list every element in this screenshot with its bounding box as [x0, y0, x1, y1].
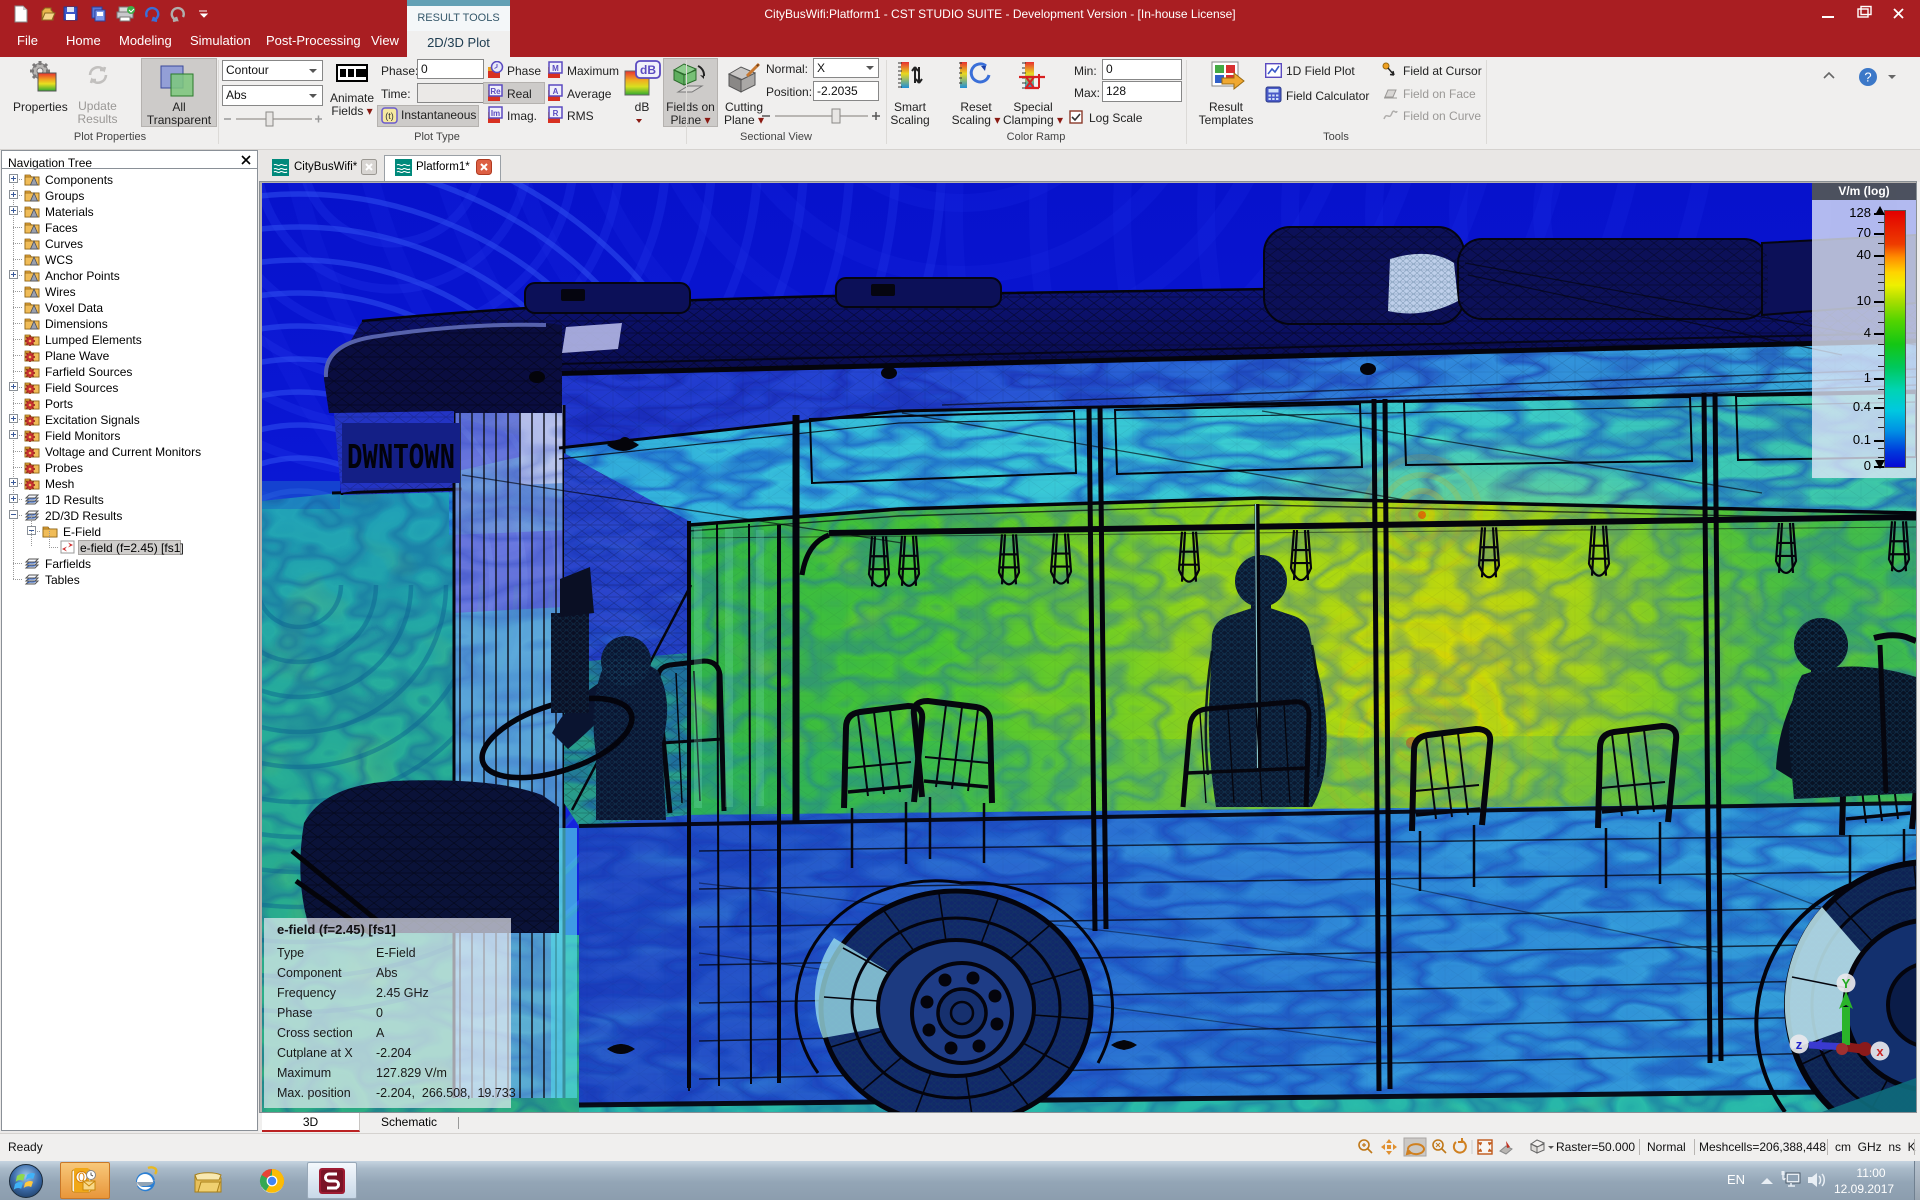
svg-text:A: A [553, 87, 559, 96]
svg-text:Y: Y [1842, 976, 1851, 991]
svg-text:z: z [1796, 1037, 1803, 1052]
svg-text:?: ? [1864, 70, 1871, 85]
svg-text:DWNTOWN: DWNTOWN [347, 438, 455, 479]
svg-text:x: x [1876, 1044, 1884, 1059]
svg-text:Re: Re [490, 87, 501, 96]
svg-text:dB: dB [640, 63, 656, 77]
svg-text:(t): (t) [385, 111, 394, 121]
svg-text:Im: Im [491, 109, 500, 118]
svg-text:M: M [552, 64, 559, 73]
svg-text:R: R [553, 109, 559, 118]
